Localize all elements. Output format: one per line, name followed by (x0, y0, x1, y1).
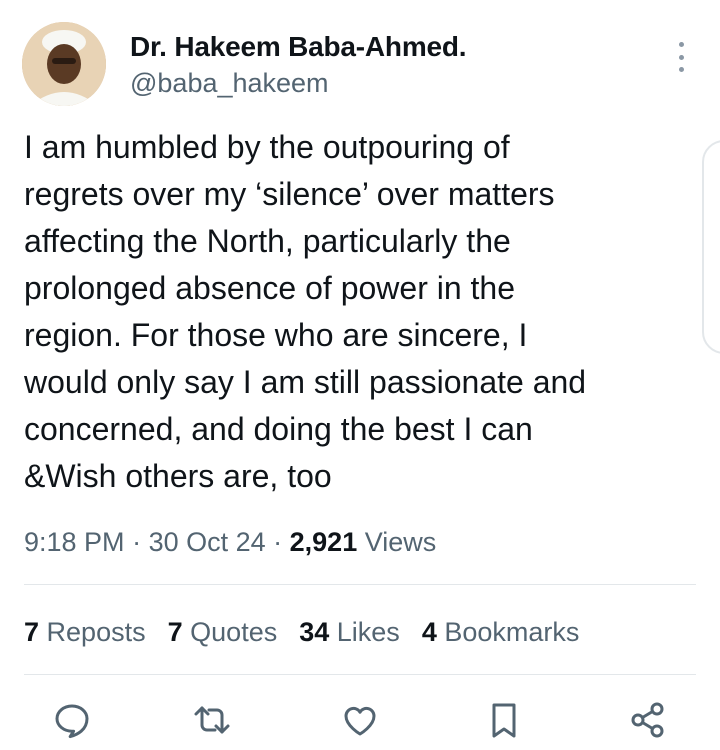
quotes-stat[interactable]: 7 Quotes (168, 612, 278, 652)
views-label[interactable]: Views (357, 527, 437, 557)
reposts-stat[interactable]: 7 Reposts (24, 612, 146, 652)
share-icon[interactable] (626, 698, 670, 742)
repost-icon[interactable] (190, 698, 234, 742)
avatar[interactable] (22, 22, 106, 106)
tweet-time[interactable]: 9:18 PM (24, 527, 125, 557)
engagement-stats: 7 Reposts 7 Quotes 34 Likes 4 Bookmarks (24, 612, 601, 652)
meta-separator: · (124, 527, 149, 557)
meta-separator: · (265, 527, 290, 557)
tweet-text: I am humbled by the outpouring of regret… (24, 129, 587, 494)
action-bar (0, 696, 720, 746)
reply-icon[interactable] (50, 698, 94, 742)
divider (24, 584, 696, 585)
tweet-meta: 9:18 PM · 30 Oct 24 · 2,921 Views (24, 522, 436, 562)
scroll-edge (702, 140, 720, 354)
tweet-header: Dr. Hakeem Baba-Ahmed. @baba_hakeem (22, 22, 702, 106)
bookmark-icon[interactable] (482, 698, 526, 742)
avatar-image (22, 22, 106, 106)
more-options-icon[interactable] (676, 42, 686, 72)
views-count[interactable]: 2,921 (290, 527, 358, 557)
bookmarks-stat[interactable]: 4 Bookmarks (422, 612, 580, 652)
tweet-date[interactable]: 30 Oct 24 (149, 527, 266, 557)
display-name[interactable]: Dr. Hakeem Baba-Ahmed. (130, 30, 467, 64)
user-handle[interactable]: @baba_hakeem (130, 66, 466, 100)
like-icon[interactable] (338, 698, 382, 742)
divider (24, 674, 696, 675)
likes-stat[interactable]: 34 Likes (299, 612, 400, 652)
